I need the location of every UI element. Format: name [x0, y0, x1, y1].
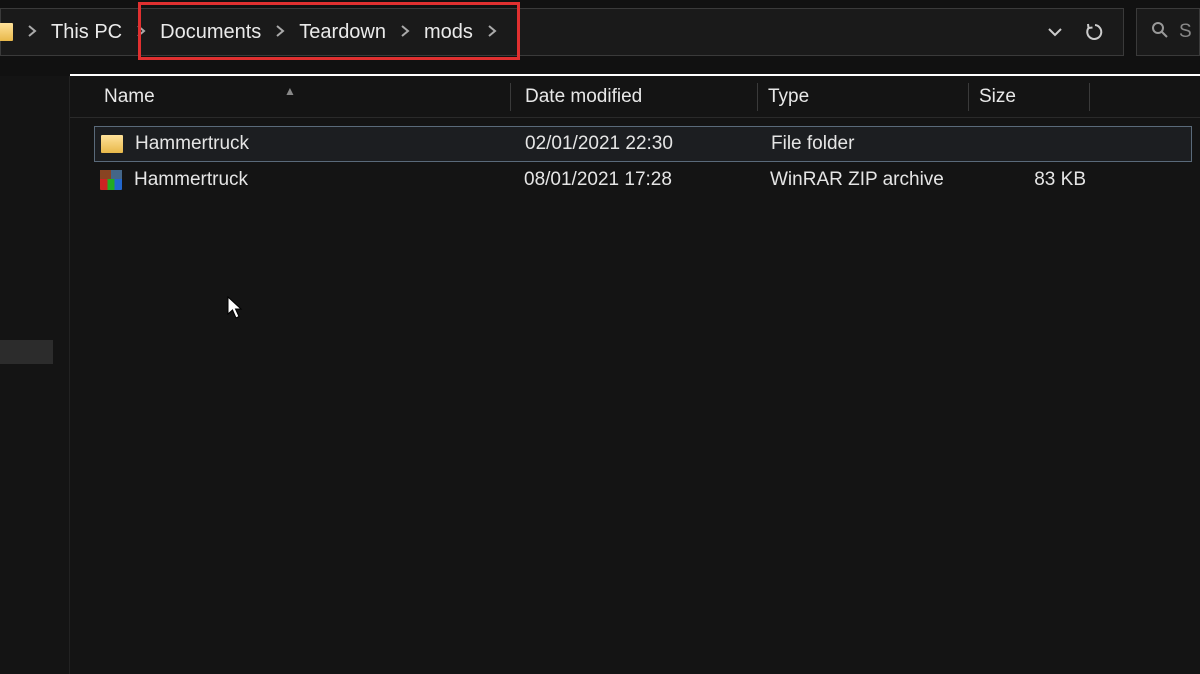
- mouse-cursor-icon: [227, 296, 245, 325]
- column-headers: ▲ Name Date modified Type Size: [70, 76, 1200, 118]
- search-placeholder: S: [1179, 21, 1192, 43]
- file-name-label: Hammertruck: [134, 169, 248, 191]
- zip-archive-icon: [100, 170, 122, 190]
- file-date-cell: 02/01/2021 22:30: [525, 133, 771, 155]
- folder-icon: [101, 135, 123, 153]
- sidebar-selected-item[interactable]: [0, 340, 53, 364]
- search-box[interactable]: S: [1136, 8, 1200, 56]
- pc-icon: [0, 23, 13, 41]
- column-header-type[interactable]: Type: [758, 86, 968, 108]
- breadcrumb-mods[interactable]: mods: [418, 17, 479, 48]
- chevron-right-icon[interactable]: [19, 24, 45, 40]
- file-date-cell: 08/01/2021 17:28: [524, 169, 770, 191]
- file-name-label: Hammertruck: [135, 133, 249, 155]
- search-icon: [1151, 21, 1169, 44]
- file-size-cell: 83 KB: [996, 169, 1086, 191]
- history-dropdown-button[interactable]: [1047, 24, 1063, 40]
- column-header-date[interactable]: Date modified: [511, 86, 757, 108]
- file-list-pane: ▲ Name Date modified Type Size Hammertru…: [70, 76, 1200, 674]
- breadcrumb-root[interactable]: This PC: [45, 17, 128, 48]
- file-type-cell: File folder: [771, 133, 997, 155]
- chevron-right-icon[interactable]: [128, 24, 154, 40]
- column-header-name[interactable]: ▲ Name: [70, 86, 510, 108]
- file-name-cell: Hammertruck: [101, 133, 525, 155]
- chevron-right-icon[interactable]: [392, 24, 418, 40]
- column-divider[interactable]: [1089, 83, 1090, 111]
- file-row[interactable]: Hammertruck 08/01/2021 17:28WinRAR ZIP ar…: [94, 162, 1192, 198]
- file-name-cell: Hammertruck: [100, 169, 524, 191]
- file-row[interactable]: Hammertruck 02/01/2021 22:30File folder: [94, 126, 1192, 162]
- sort-ascending-icon: ▲: [284, 84, 296, 98]
- file-type-cell: WinRAR ZIP archive: [770, 169, 996, 191]
- breadcrumb-teardown[interactable]: Teardown: [293, 17, 392, 48]
- address-bar-controls: [1047, 22, 1123, 42]
- chevron-right-icon[interactable]: [479, 24, 505, 40]
- chevron-right-icon[interactable]: [267, 24, 293, 40]
- navigation-sidebar[interactable]: [0, 76, 70, 674]
- address-bar[interactable]: This PC Documents Teardown mods: [0, 8, 1124, 56]
- breadcrumb-documents[interactable]: Documents: [154, 17, 267, 48]
- address-bar-row: This PC Documents Teardown mods: [0, 8, 1200, 56]
- column-header-size[interactable]: Size: [969, 86, 1089, 108]
- refresh-button[interactable]: [1085, 22, 1105, 42]
- column-header-name-label: Name: [104, 86, 155, 107]
- file-list: Hammertruck02/01/2021 22:30File folderHa…: [70, 118, 1200, 198]
